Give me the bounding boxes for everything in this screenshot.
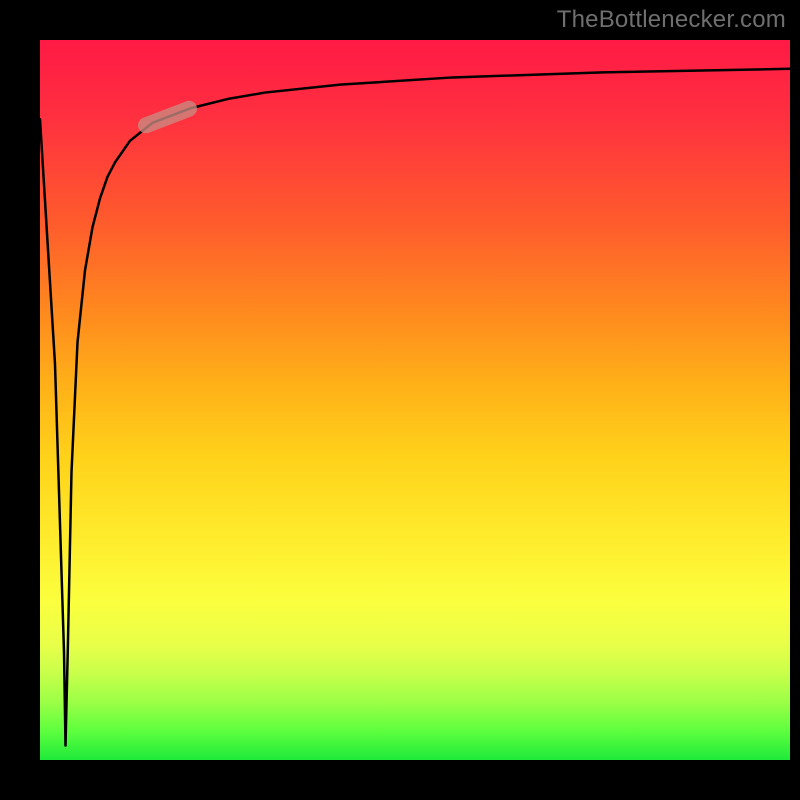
chart-stage: TheBottlenecker.com xyxy=(0,0,800,800)
plot-area xyxy=(40,40,790,760)
watermark-text: TheBottlenecker.com xyxy=(557,6,786,34)
